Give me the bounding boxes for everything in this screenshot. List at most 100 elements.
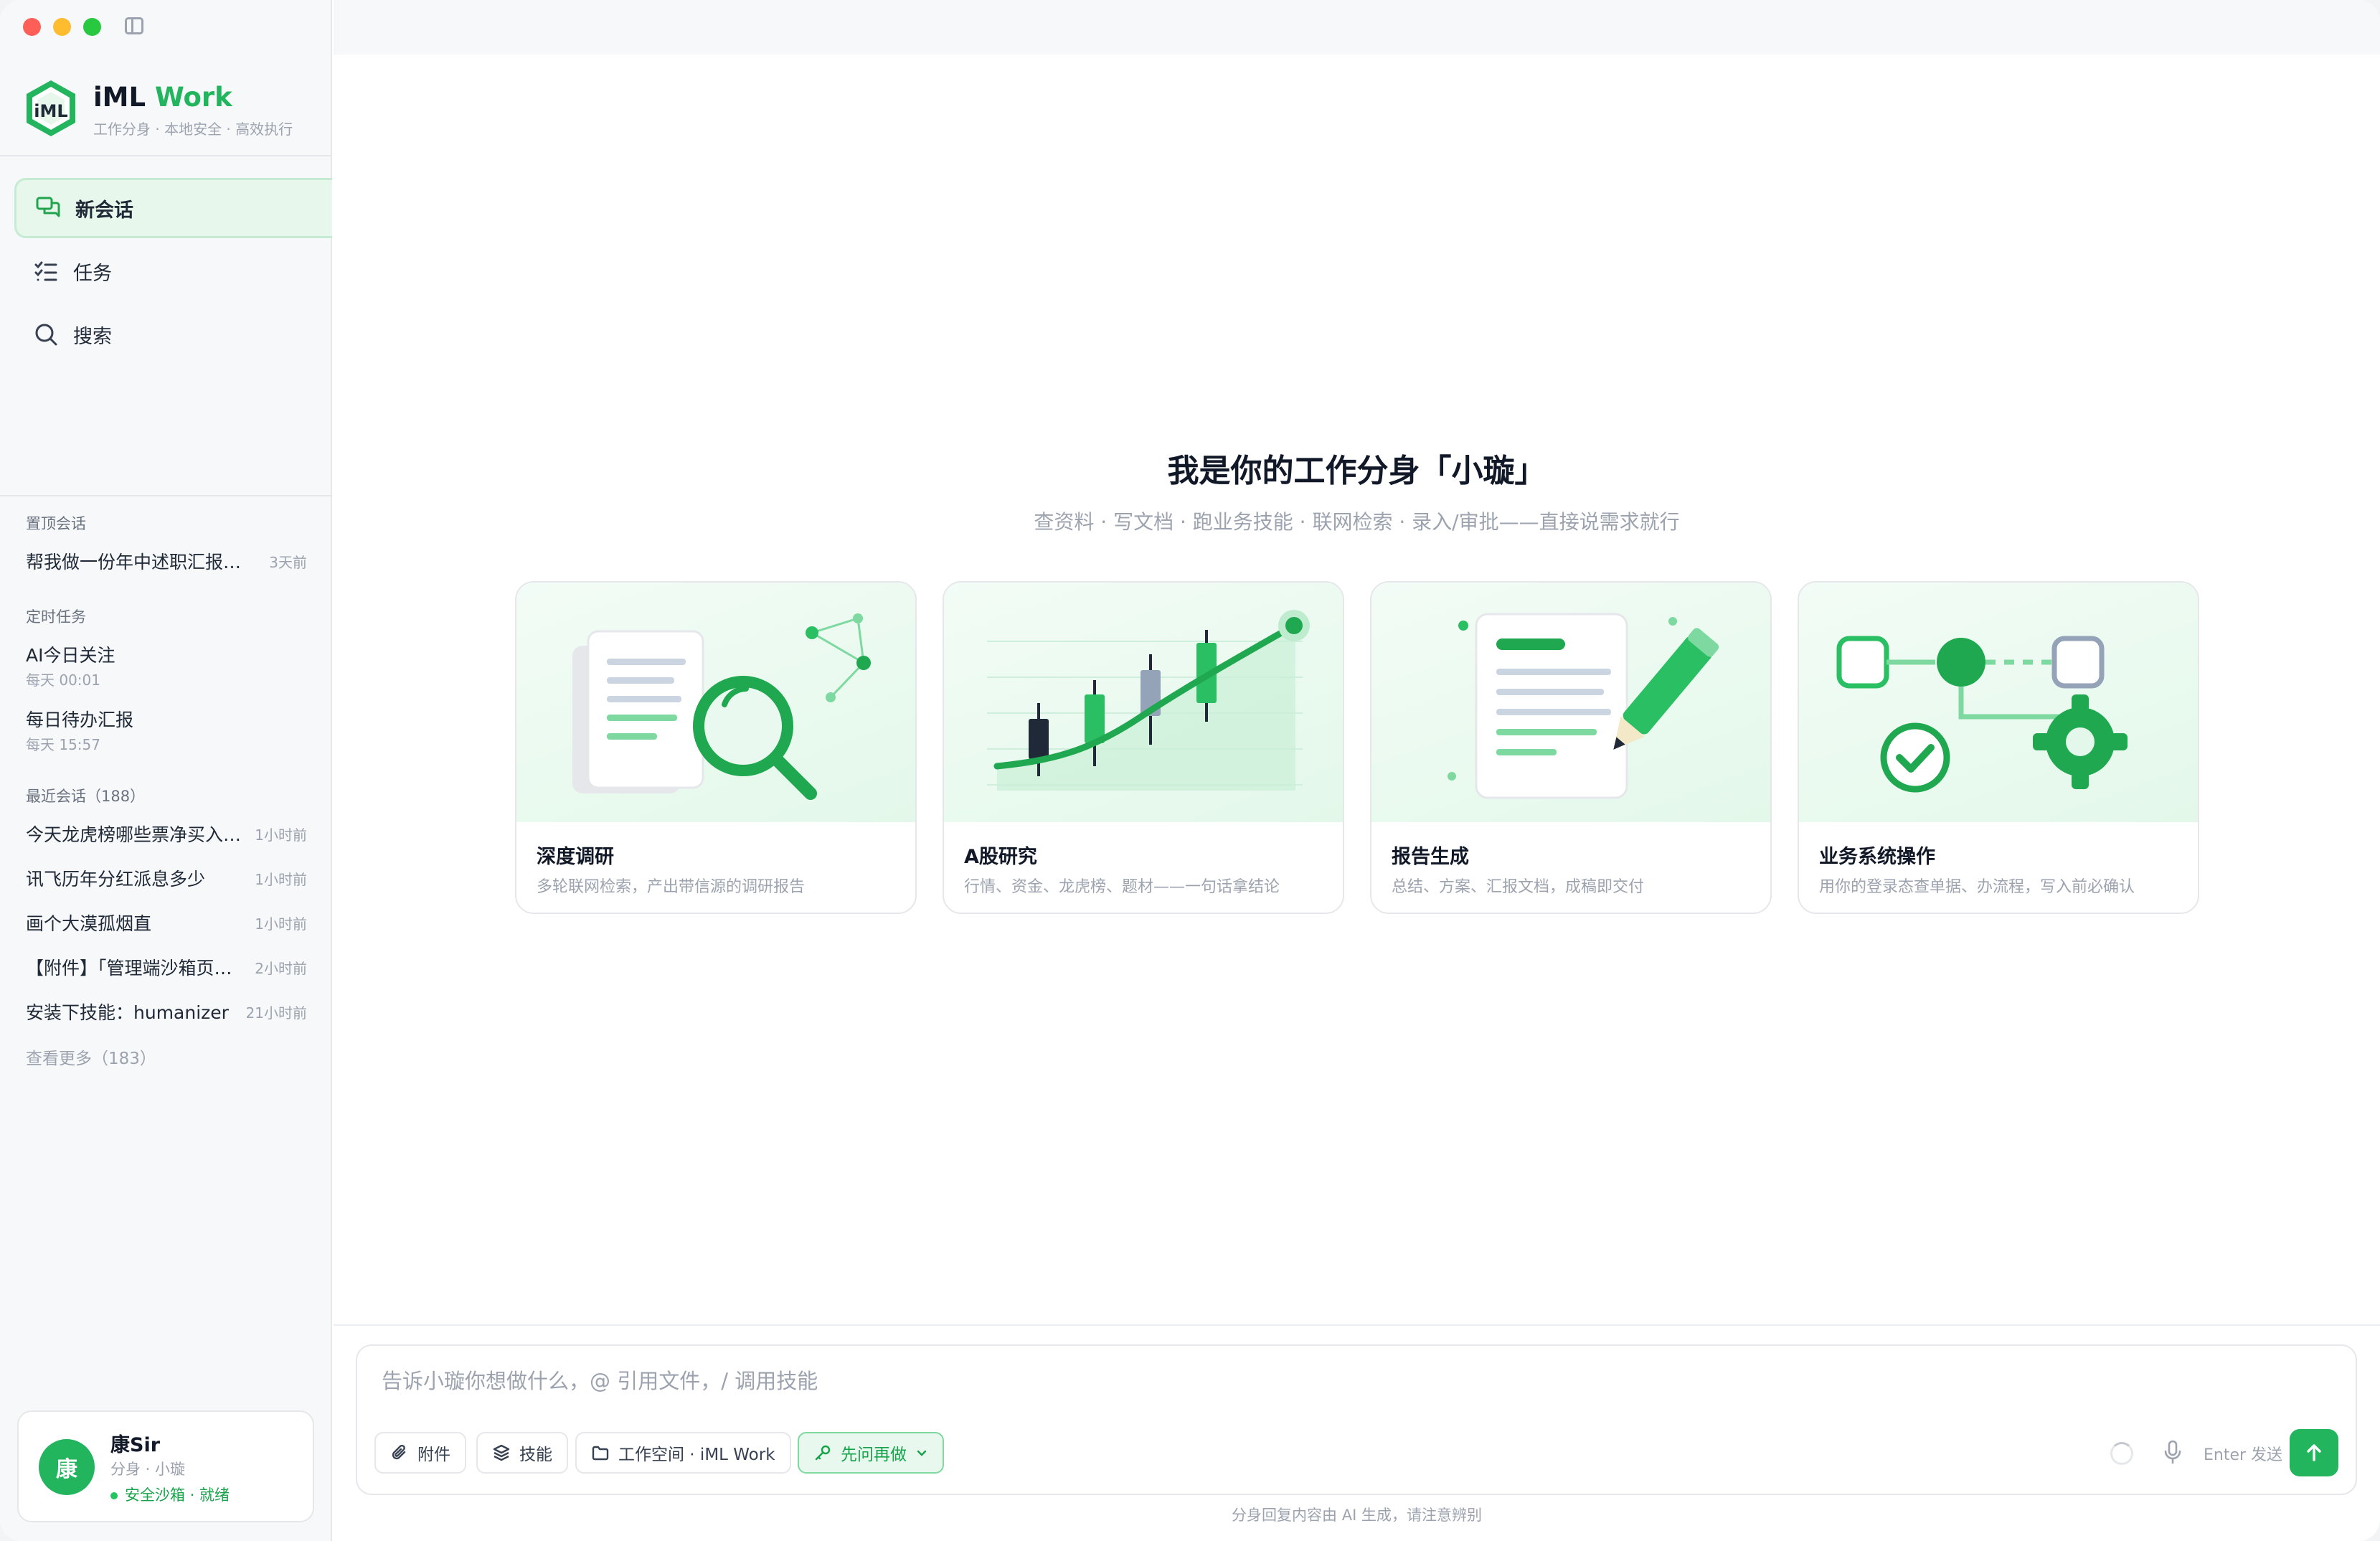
nav-label: 搜索 — [73, 325, 112, 348]
sidebar: iML iML Work 工作分身 · 本地安全 · 高效执行 新会话 任务 搜… — [0, 0, 332, 1541]
mode-label: 先问再做 — [841, 1446, 907, 1464]
nav-new-chat[interactable]: 新会话 — [14, 178, 332, 238]
recent-chat-item[interactable]: 画个大漠孤烟直 1小时前 — [26, 910, 307, 936]
stock-illustration — [944, 583, 1343, 822]
nav-label: 任务 — [73, 262, 112, 285]
pinned-heading: 置顶会话 — [26, 515, 86, 532]
chat-bubbles-icon — [36, 197, 60, 217]
sidebar-toggle-icon[interactable] — [125, 17, 143, 34]
enter-send-hint: Enter 发送 — [2204, 1446, 2283, 1464]
recent-chat-item[interactable]: 讯飞历年分红派息多少 1小时前 — [26, 865, 307, 891]
nav-search[interactable]: 搜索 — [14, 304, 332, 364]
research-illustration — [516, 583, 915, 822]
brand-logo-icon: iML — [27, 80, 75, 136]
workspace-button[interactable]: 工作空间 · iML Work — [575, 1432, 791, 1474]
card-title: 业务系统操作 — [1819, 846, 1935, 868]
card-description: 总结、方案、汇报文档，成稿即交付 — [1392, 878, 1645, 896]
task-title: AI今日关注 — [26, 645, 115, 666]
composer: 附件 技能 工作空间 · iML Work 先问再做 Enter 发送 — [356, 1344, 2357, 1495]
chat-time: 21小时前 — [245, 1004, 307, 1022]
chat-title: 画个大漠孤烟直 — [26, 913, 152, 934]
chat-time: 3天前 — [269, 554, 307, 571]
window-close-button[interactable] — [23, 18, 41, 36]
recent-heading: 最近会话（188） — [26, 788, 146, 805]
workspace-label: 工作空间 · iML Work — [618, 1446, 775, 1464]
report-illustration — [1371, 583, 1770, 822]
nav-label: 新会话 — [75, 199, 133, 222]
scheduled-heading: 定时任务 — [26, 608, 86, 626]
app-window: iML iML Work 工作分身 · 本地安全 · 高效执行 新会话 任务 搜… — [0, 0, 2380, 1541]
card-business-operations[interactable]: 业务系统操作 用你的登录态查单据、办流程，写入前必确认 — [1798, 581, 2199, 914]
attach-label: 附件 — [417, 1446, 450, 1464]
skills-label: 技能 — [519, 1446, 552, 1464]
magnifier-document-icon — [572, 613, 871, 800]
task-title: 每日待办汇报 — [26, 710, 134, 730]
user-role: 分身 · 小璇 — [110, 1461, 186, 1478]
card-description: 行情、资金、龙虎榜、题材——一句话拿结论 — [964, 878, 1280, 896]
chat-title: 帮我做一份年中述职汇报PPT — [26, 552, 245, 572]
view-more-link[interactable]: 查看更多（183） — [26, 1045, 156, 1069]
chevron-down-icon — [917, 1450, 927, 1456]
recent-chat-item[interactable]: 安装下技能：humanizer 21小时前 — [26, 999, 307, 1024]
user-card[interactable]: 康 康Sir 分身 · 小璇 安全沙箱 · 就绪 — [17, 1410, 314, 1522]
message-input[interactable] — [382, 1369, 2247, 1393]
chat-time: 1小时前 — [255, 915, 307, 933]
window-maximize-button[interactable] — [83, 18, 101, 36]
task-schedule: 每天 00:01 — [26, 671, 100, 689]
paperclip-icon — [392, 1444, 406, 1460]
task-schedule: 每天 15:57 — [26, 736, 100, 753]
hero-subtitle: 查资料 · 写文档 · 跑业务技能 · 联网检索 · 录入/审批——直接说需求就… — [1034, 510, 1680, 534]
chat-title: 【附件】「管理端沙箱页面」分析 — [26, 958, 245, 979]
card-title: 报告生成 — [1392, 846, 1469, 868]
svg-text:iML: iML — [34, 101, 67, 121]
checklist-icon — [34, 261, 57, 281]
sidebar-divider — [0, 155, 332, 156]
search-icon — [35, 324, 57, 346]
send-button[interactable] — [2290, 1429, 2338, 1476]
document-pencil-icon — [1448, 613, 1719, 799]
brand: iML iML Work 工作分身 · 本地安全 · 高效执行 — [24, 77, 326, 142]
window-minimize-button[interactable] — [53, 18, 71, 36]
arrow-up-icon — [2307, 1444, 2321, 1461]
skills-button[interactable]: 技能 — [476, 1432, 568, 1474]
chat-title: 今天龙虎榜哪些票净买入最多 — [26, 824, 245, 845]
brand-name: iML Work — [93, 82, 232, 113]
sandbox-status: 安全沙箱 · 就绪 — [110, 1484, 230, 1505]
chat-time: 2小时前 — [255, 960, 307, 977]
avatar: 康 — [39, 1439, 95, 1495]
card-deep-research[interactable]: 深度调研 多轮联网检索，产出带信源的调研报告 — [515, 581, 917, 914]
recent-chat-item[interactable]: 【附件】「管理端沙箱页面」分析 2小时前 — [26, 954, 307, 980]
card-description: 用你的登录态查单据、办流程，写入前必确认 — [1819, 878, 2135, 896]
microphone-icon[interactable] — [2162, 1439, 2183, 1465]
chat-time: 1小时前 — [255, 826, 307, 844]
hero-title: 我是你的工作分身「小璇」 — [1167, 453, 1546, 489]
folder-icon — [592, 1446, 609, 1461]
recent-chat-item[interactable]: 今天龙虎榜哪些票净买入最多 1小时前 — [26, 821, 307, 847]
card-description: 多轮联网检索，产出带信源的调研报告 — [537, 878, 806, 896]
chat-time: 1小时前 — [255, 871, 307, 888]
loading-spinner-icon — [2110, 1442, 2133, 1465]
layers-icon — [493, 1444, 510, 1461]
ai-disclaimer: 分身回复内容由 AI 生成，请注意辨别 — [1232, 1507, 1482, 1524]
brand-tagline: 工作分身 · 本地安全 · 高效执行 — [93, 121, 293, 138]
chat-title: 安装下技能：humanizer — [26, 1002, 229, 1023]
card-title: 深度调研 — [537, 846, 614, 868]
user-name: 康Sir — [110, 1434, 161, 1456]
composer-divider — [334, 1324, 2380, 1326]
chat-title: 讯飞历年分红派息多少 — [26, 869, 206, 890]
workflow-gear-icon — [1836, 636, 2128, 793]
attach-button[interactable]: 附件 — [374, 1432, 466, 1474]
mode-dropdown[interactable]: 先问再做 — [798, 1432, 944, 1474]
scheduled-task-item[interactable]: 每日待办汇报 — [26, 706, 307, 732]
card-report-generation[interactable]: 报告生成 总结、方案、汇报文档，成稿即交付 — [1370, 581, 1772, 914]
sidebar-divider — [0, 495, 332, 496]
workflow-illustration — [1799, 583, 2198, 822]
scheduled-task-item[interactable]: AI今日关注 — [26, 641, 307, 667]
top-bar — [334, 0, 2380, 55]
candlestick-chart-icon — [987, 610, 1310, 791]
pinned-chat-item[interactable]: 帮我做一份年中述职汇报PPT 3天前 — [26, 548, 307, 574]
nav-tasks[interactable]: 任务 — [14, 241, 332, 301]
card-title: A股研究 — [964, 846, 1037, 868]
card-a-share-research[interactable]: A股研究 行情、资金、龙虎榜、题材——一句话拿结论 — [943, 581, 1344, 914]
key-icon — [815, 1445, 831, 1461]
